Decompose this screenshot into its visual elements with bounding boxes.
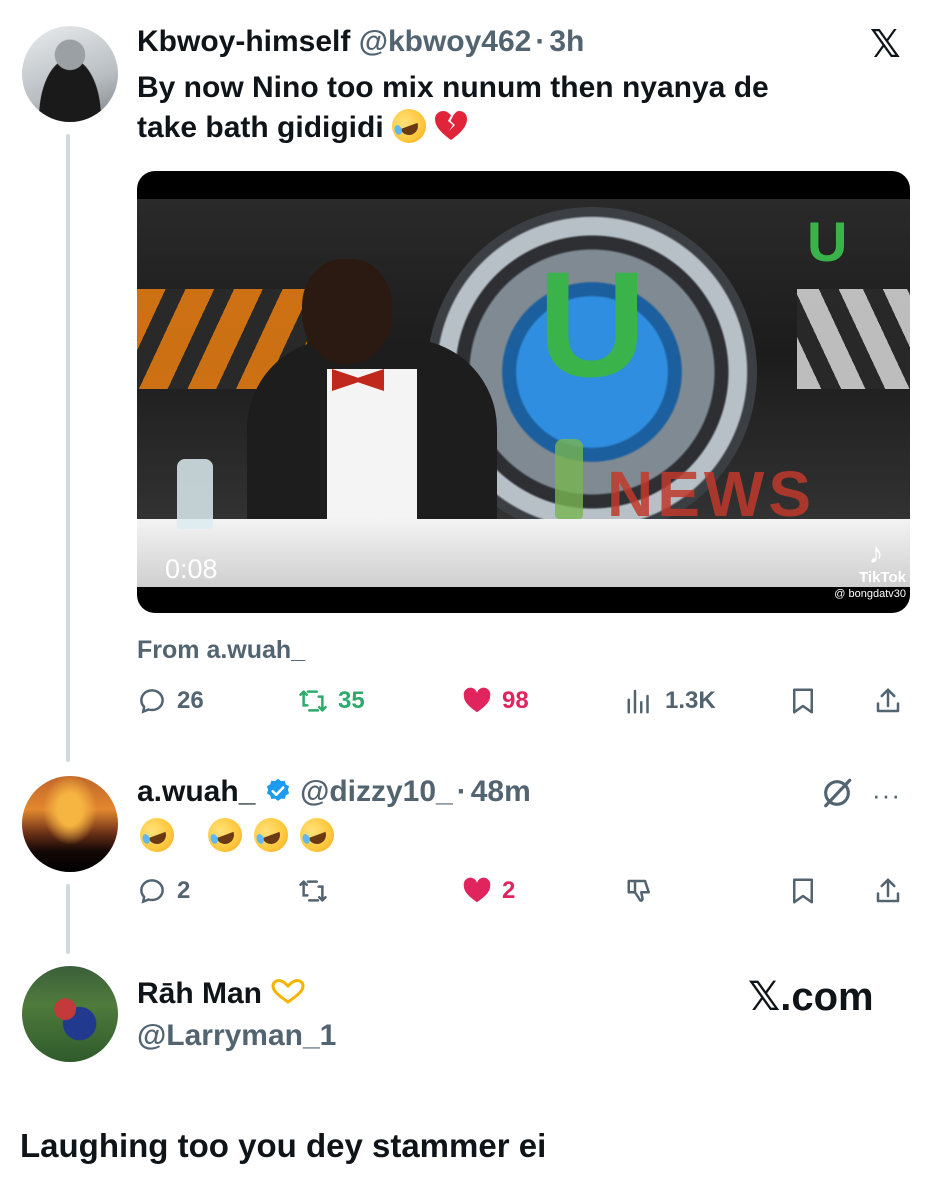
views-icon [627, 689, 649, 714]
tweet-header: Kbwoy-himself @kbwoy462 · 3h [137, 24, 584, 60]
presenter-shirt [327, 369, 417, 529]
reply-header: a.wuah_ @dizzy10_ · 48m [137, 774, 531, 810]
separator: · [535, 25, 546, 58]
studio-stripes [797, 289, 910, 389]
bookmark-icon [793, 688, 813, 714]
x-logo-icon[interactable]: 𝕏 [870, 25, 901, 65]
broken-heart-emoji-icon [434, 110, 468, 142]
tiktok-watermark: ♪ TikTok @ bongdatv30 [810, 539, 910, 601]
presenter-head [302, 259, 392, 364]
tweet-text-line-2: take bath gidigidi [137, 104, 897, 148]
xcom-logo: 𝕏.com [748, 975, 874, 1019]
video-frame: U U NEWS [137, 199, 910, 587]
like-count: 2 [502, 877, 516, 904]
avatar[interactable] [22, 776, 118, 872]
thumbs-down-icon [627, 879, 650, 902]
like-button[interactable]: 2 [462, 876, 515, 906]
heart-icon [463, 687, 491, 713]
more-options-button[interactable]: ··· [872, 780, 901, 811]
channel-logo-small: U [807, 210, 848, 273]
verified-badge-icon [266, 778, 289, 801]
water-bottle [177, 459, 213, 529]
like-count: 98 [502, 687, 529, 714]
separator: · [456, 775, 467, 808]
heart-hands-emoji-icon [271, 979, 305, 1004]
video-duration: 0:08 [165, 554, 218, 584]
drink-bottle [555, 439, 583, 519]
channel-logo: U [537, 240, 647, 408]
repost-count: 35 [338, 687, 365, 714]
laughing-emoji-icon [249, 813, 293, 857]
thread-line [66, 134, 70, 762]
reply-button[interactable]: 26 [137, 686, 204, 716]
repost-button[interactable] [298, 876, 328, 906]
grok-icon[interactable] [820, 776, 854, 810]
author-name[interactable]: a.wuah_ [137, 775, 255, 808]
repost-button[interactable]: 35 [298, 686, 365, 716]
share-button[interactable] [873, 686, 903, 716]
laughing-emoji-icon [387, 104, 431, 148]
share-button[interactable] [873, 876, 903, 906]
heart-icon [463, 877, 491, 903]
reply-icon [140, 689, 164, 714]
repost-icon [299, 880, 327, 902]
reply-count: 26 [177, 687, 204, 714]
bookmark-button[interactable] [788, 876, 818, 906]
like-button[interactable]: 98 [462, 686, 529, 716]
repost-icon [299, 690, 327, 712]
timestamp[interactable]: 3h [549, 25, 584, 58]
bookmark-button[interactable] [788, 686, 818, 716]
avatar[interactable] [22, 966, 118, 1062]
share-icon [876, 878, 900, 903]
reply-icon [140, 879, 164, 904]
bookmark-icon [793, 878, 813, 904]
reposter-name[interactable]: Rāh Man [137, 977, 262, 1010]
share-icon [876, 688, 900, 713]
news-desk [137, 519, 910, 587]
laughing-emoji-icon [295, 813, 339, 857]
reply-text [135, 813, 339, 858]
timestamp[interactable]: 48m [471, 775, 531, 808]
tiktok-icon: ♪ [868, 537, 884, 570]
author-name[interactable]: Kbwoy-himself [137, 25, 350, 58]
tiktok-handle: @ bongdatv30 [834, 588, 906, 600]
downvote-button[interactable] [625, 876, 655, 906]
comment-text: Laughing too you dey stammer ei [20, 1127, 547, 1164]
views-button[interactable]: 1.3K [625, 686, 716, 716]
tweet-text-line: By now Nino too mix nunum then nyanya de [137, 71, 769, 104]
tiktok-label: TikTok [859, 569, 906, 586]
author-handle[interactable]: @dizzy10_ [300, 775, 453, 808]
laughing-emoji-icon [203, 813, 247, 857]
view-count: 1.3K [665, 687, 716, 714]
reposter-name-row: Rāh Man [137, 976, 306, 1012]
reply-button[interactable]: 2 [137, 876, 190, 906]
tweet-text-line: take bath gidigidi [137, 111, 384, 144]
author-handle[interactable]: @kbwoy462 [359, 25, 532, 58]
tweet-text: By now Nino too mix nunum then nyanya de… [137, 68, 897, 148]
thread-line [66, 884, 70, 954]
reply-count: 2 [177, 877, 191, 904]
reposter-handle[interactable]: @Larryman_1 [137, 1018, 336, 1054]
avatar[interactable] [22, 26, 118, 122]
laughing-emoji-icon [135, 813, 179, 857]
video-source[interactable]: From a.wuah_ [137, 636, 305, 665]
video-player[interactable]: U U NEWS 0:08 ♪ TikTok @ bongdatv30 [137, 171, 910, 613]
